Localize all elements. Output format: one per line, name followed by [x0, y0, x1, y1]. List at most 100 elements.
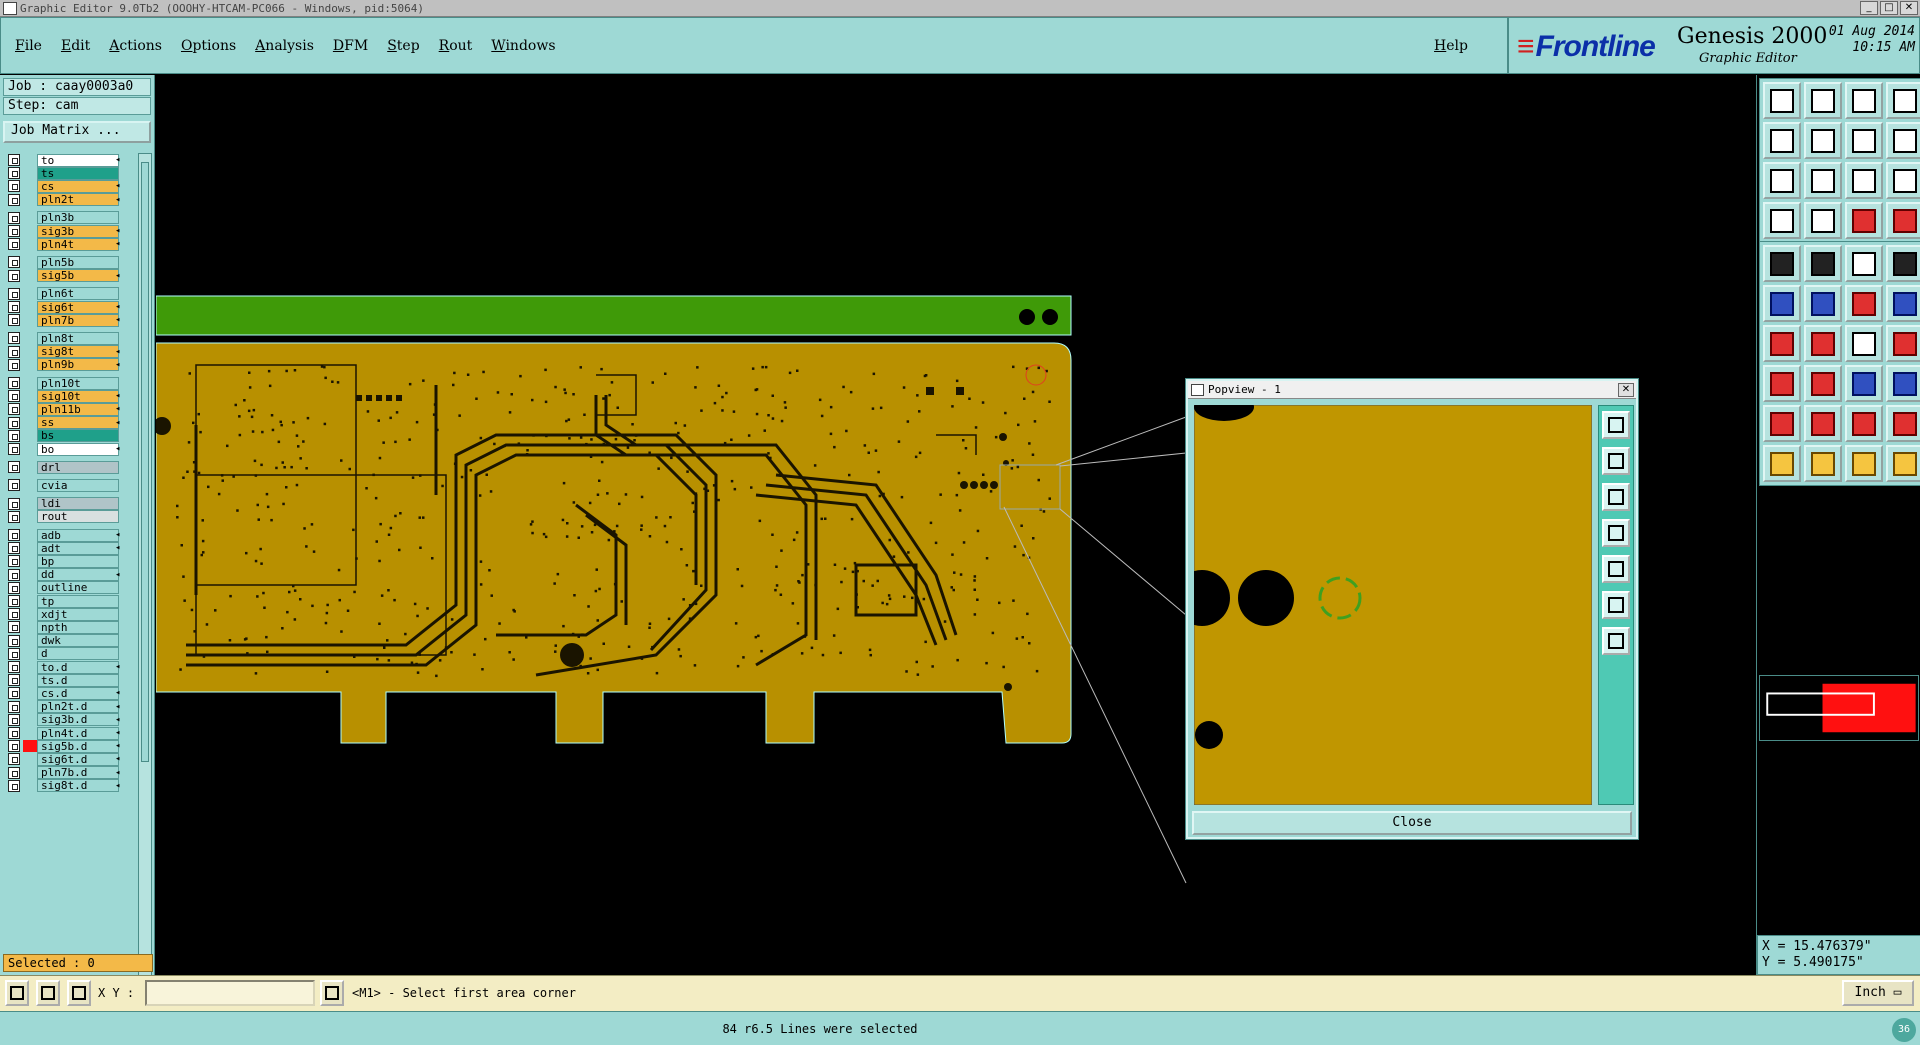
layer-checkbox[interactable] — [8, 443, 20, 455]
popview-pan-right-icon[interactable] — [1602, 555, 1630, 583]
layer-checkbox[interactable] — [8, 479, 20, 492]
layer-checkbox[interactable] — [8, 779, 20, 792]
layer-name[interactable]: ts.d — [37, 673, 119, 687]
layer-checkbox[interactable] — [8, 700, 20, 713]
rotate-icon[interactable] — [1845, 325, 1883, 362]
layer-row[interactable]: sig8t.d ◂ — [3, 779, 125, 793]
layer-row[interactable]: adt ◂ — [3, 541, 125, 555]
popview-close-icon[interactable]: ✕ — [1618, 383, 1634, 397]
layer-checkbox[interactable] — [8, 713, 20, 726]
snap-alt-icon[interactable] — [1886, 202, 1920, 239]
layer-row[interactable]: outline — [3, 581, 125, 595]
snap-mode-icon[interactable] — [5, 980, 29, 1006]
layer-checkbox[interactable] — [8, 416, 20, 429]
layer-checkbox[interactable] — [8, 256, 20, 269]
circle-pad-icon[interactable] — [1886, 245, 1920, 282]
scale-1to2-icon[interactable] — [1845, 162, 1883, 199]
split-view-icon[interactable] — [1886, 82, 1920, 119]
layer-row[interactable]: dwk — [3, 634, 125, 648]
layer-row[interactable]: pln2t.d ◂ — [3, 700, 125, 714]
layer-checkbox[interactable] — [8, 661, 20, 673]
line-add-icon[interactable] — [1804, 245, 1842, 282]
popview-pan-up-icon[interactable] — [1602, 447, 1630, 475]
layer-row[interactable]: sig5b ◂ — [3, 269, 125, 283]
layer-name[interactable]: sig3b — [37, 224, 119, 238]
overview-thumbnail[interactable] — [1759, 675, 1919, 741]
layer-name[interactable]: npth — [37, 620, 119, 634]
slice-icon[interactable] — [1804, 325, 1842, 362]
menu-help[interactable]: Help — [1434, 38, 1468, 54]
layer-row[interactable]: pln4t ◂ — [3, 237, 125, 251]
layer-name[interactable]: cvia — [37, 478, 119, 492]
layer-checkbox[interactable] — [8, 510, 20, 523]
layer-row[interactable]: sig3b.d ◂ — [3, 713, 125, 727]
reshape-icon[interactable] — [1763, 325, 1801, 362]
layer-row[interactable]: sig6t.d ◂ — [3, 752, 125, 766]
layer-checkbox[interactable] — [8, 154, 20, 166]
mirror-icon[interactable] — [1845, 122, 1883, 159]
layer-name[interactable]: adb — [37, 528, 119, 542]
pan-left-icon[interactable] — [1763, 122, 1801, 159]
layer-checkbox[interactable] — [8, 608, 20, 621]
menu-options[interactable]: Options — [181, 38, 236, 54]
layer-name[interactable]: bs — [37, 429, 119, 443]
layer-checkbox[interactable] — [8, 358, 20, 371]
info-icon[interactable] — [320, 980, 344, 1006]
layer-checkbox[interactable] — [8, 674, 20, 687]
layer-scrollbar[interactable] — [138, 153, 152, 1021]
layer-checkbox[interactable] — [8, 634, 20, 647]
layer-checkbox[interactable] — [8, 193, 20, 206]
layer-name[interactable]: sig5b — [37, 269, 119, 283]
select-net-icon[interactable] — [1886, 445, 1920, 482]
layer-name[interactable]: sig8t.d — [37, 779, 119, 793]
layer-name[interactable]: ts — [37, 166, 119, 180]
layer-row[interactable]: drl — [3, 460, 125, 474]
layer-name[interactable]: to.d — [37, 660, 119, 674]
layer-name[interactable]: cs — [37, 179, 119, 193]
layer-name[interactable]: sig10t — [37, 389, 119, 403]
layer-row[interactable]: pln6t — [3, 287, 125, 301]
popview-canvas[interactable] — [1194, 405, 1592, 805]
layer-checkbox[interactable] — [8, 167, 20, 180]
polygon-icon[interactable] — [1763, 405, 1801, 442]
layer-name[interactable]: sig5b.d — [37, 739, 119, 753]
layer-checkbox[interactable] — [8, 727, 20, 739]
layer-row[interactable]: sig3b ◂ — [3, 224, 125, 238]
break-icon[interactable] — [1763, 365, 1801, 402]
menu-analysis[interactable]: Analysis — [255, 38, 314, 54]
layer-row[interactable]: bs — [3, 429, 125, 443]
zoom-fit-icon[interactable] — [1763, 162, 1801, 199]
layer-checkbox[interactable] — [8, 429, 20, 442]
layer-row[interactable]: to.d ◂ — [3, 660, 125, 674]
layer-name[interactable]: cs.d — [37, 686, 119, 700]
layer-name[interactable]: sig8t — [37, 345, 119, 359]
menu-file[interactable]: File — [15, 38, 42, 54]
layer-row[interactable]: sig10t ◂ — [3, 389, 125, 403]
layer-row[interactable]: pln5b — [3, 255, 125, 269]
layer-checkbox[interactable] — [8, 345, 20, 358]
layer-row[interactable]: sig8t ◂ — [3, 345, 125, 359]
layer-checkbox[interactable] — [8, 225, 20, 237]
menu-actions[interactable]: Actions — [109, 38, 162, 54]
layer-checkbox[interactable] — [8, 497, 20, 510]
layer-name[interactable]: pln8t — [37, 331, 119, 345]
layer-row[interactable]: tp — [3, 594, 125, 608]
zoom-home-icon[interactable] — [1763, 82, 1801, 119]
layer-checkbox[interactable] — [8, 403, 20, 416]
layer-checkbox[interactable] — [8, 287, 20, 300]
pointer-mode-icon[interactable] — [36, 980, 60, 1006]
layer-name[interactable]: dd — [37, 568, 119, 582]
redraw-icon[interactable] — [1886, 122, 1920, 159]
query-icon[interactable] — [1886, 162, 1920, 199]
arc-icon[interactable] — [1804, 405, 1842, 442]
group-icon[interactable] — [1886, 365, 1920, 402]
layer-row[interactable]: to ◂ — [3, 153, 125, 167]
layer-checkbox[interactable] — [8, 647, 20, 660]
layer-name[interactable]: pln5b — [37, 255, 119, 269]
layer-row[interactable]: cs.d ◂ — [3, 686, 125, 700]
layer-row[interactable]: xdjt — [3, 607, 125, 621]
delete-icon[interactable] — [1804, 285, 1842, 322]
layer-row[interactable]: pln10t — [3, 376, 125, 390]
layer-name[interactable]: rout — [37, 510, 119, 524]
layer-row[interactable]: sig6t ◂ — [3, 300, 125, 314]
